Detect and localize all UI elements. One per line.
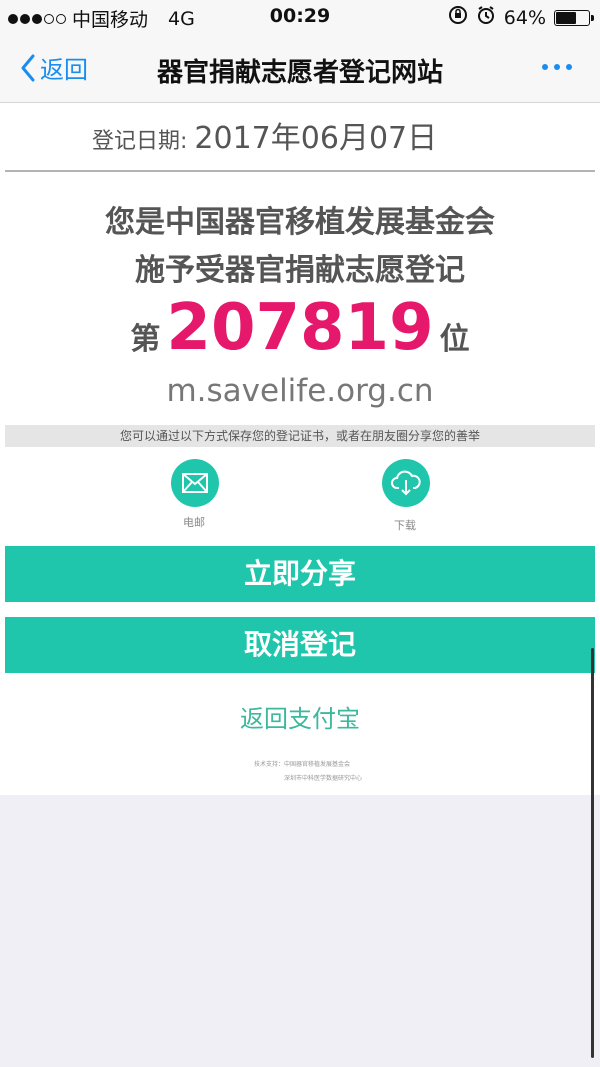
- more-menu-icon[interactable]: [542, 64, 572, 70]
- registration-date: 登记日期: 2017年06月07日: [92, 113, 437, 157]
- tech-support-org1: 中国器官移植发展基金会: [284, 761, 351, 768]
- battery-icon: [554, 9, 594, 26]
- tech-support-org2: 深圳市中科医学数据研究中心: [284, 775, 363, 782]
- registration-date-label: 登记日期:: [92, 129, 188, 154]
- main-content: 登记日期: 2017年06月07日 您是中国器官移植发展基金会 施予受器官捐献志…: [0, 103, 600, 795]
- website-url: m.savelife.org.cn: [166, 373, 434, 409]
- number-suffix: 位: [439, 322, 470, 357]
- number-prefix: 第: [130, 322, 161, 357]
- email-label: 电邮: [183, 516, 205, 529]
- navigation-bar: 返回 器官捐献志愿者登记网站: [0, 34, 600, 103]
- envelope-icon: [182, 473, 208, 493]
- headline-line1: 您是中国器官移植发展基金会: [105, 205, 495, 240]
- share-button[interactable]: 立即分享: [5, 546, 595, 602]
- registration-date-value: 2017年06月07日: [194, 121, 438, 156]
- tech-support-label: 技术支持：: [254, 761, 285, 768]
- return-alipay-link[interactable]: 返回支付宝: [0, 699, 600, 734]
- scrollbar[interactable]: [591, 648, 594, 1058]
- download-label: 下载: [394, 519, 416, 532]
- registration-number: 第207819 位: [0, 291, 600, 365]
- rotation-lock-icon: [448, 5, 468, 30]
- headline-line2: 施予受器官捐献志愿登记: [135, 253, 465, 288]
- divider: [5, 170, 595, 172]
- cloud-download-icon: [391, 470, 421, 496]
- cancel-registration-button[interactable]: 取消登记: [5, 617, 595, 673]
- email-button[interactable]: [171, 459, 219, 507]
- status-bar: 中国移动 4G 00:29 64%: [0, 0, 600, 34]
- save-hint: 您可以通过以下方式保存您的登记证书，或者在朋友圈分享您的善举: [5, 425, 595, 447]
- page-title: 器官捐献志愿者登记网站: [156, 58, 443, 88]
- battery-percent: 64%: [503, 6, 546, 29]
- status-right: 64%: [448, 5, 594, 30]
- download-button[interactable]: [382, 459, 430, 507]
- number-value: 207819: [166, 291, 434, 365]
- alarm-icon: [476, 5, 496, 30]
